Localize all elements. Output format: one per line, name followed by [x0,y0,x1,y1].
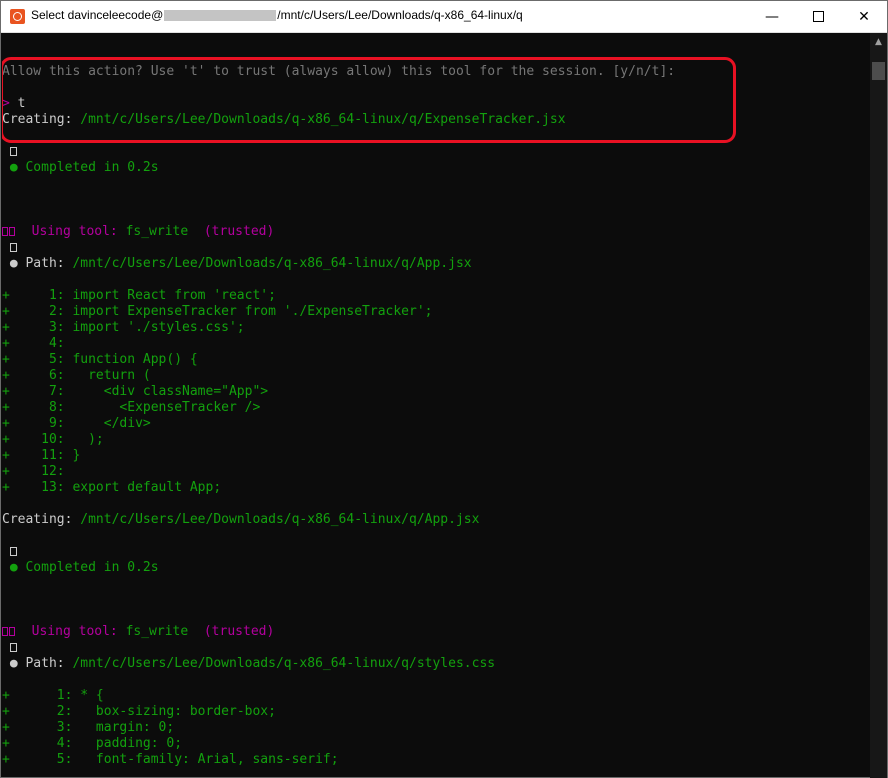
tool-name: fs_write [125,624,189,639]
using-tool-label: Using tool: [31,624,118,639]
path-value: /mnt/c/Users/Lee/Downloads/q-x86_64-linu… [72,656,496,671]
completed-text: Completed in 0.2s [25,560,159,575]
diff-line: + 5: font-family: Arial, sans-serif; [2,752,339,767]
red-highlight-annotation [2,57,736,143]
scrollbar-thumb[interactable] [872,62,885,80]
diff-line: + 2: import ExpenseTracker from './Expen… [2,304,433,319]
path-label: Path: [25,256,65,271]
tool-name: fs_write [125,224,189,239]
diff-line: + 2: box-sizing: border-box; [2,704,276,719]
close-button[interactable]: ✕ [841,1,887,32]
maximize-icon [812,11,824,22]
placeholder-glyph-line [2,240,17,256]
path-line: ● Path: /mnt/c/Users/Lee/Downloads/q-x86… [2,256,472,272]
diff-line: + 8: <ExpenseTracker /> [2,400,261,415]
tool-icon [2,226,16,237]
creating-label: Creating: [2,512,73,527]
title-bar[interactable]: Select davinceleecode@ /mnt/c/Users/Lee/D… [1,1,887,33]
diff-line: + 5: function App() { [2,352,198,367]
completed-text: Completed in 0.2s [25,160,159,175]
diff-line: + 10: ); [2,432,104,447]
placeholder-glyph-line [2,640,17,656]
diff-line: + 4: [2,336,65,351]
minimize-icon: — [765,8,779,25]
placeholder-icon [10,147,17,156]
completed-bullet-icon: ● [9,560,18,575]
redacted-hostname [164,10,277,22]
diff-line: + 13: export default App; [2,480,222,495]
diff-line: + 11: } [2,448,81,463]
placeholder-glyph-line [2,544,17,560]
terminal-output[interactable]: Allow this action? Use 't' to trust (alw… [2,33,869,778]
creating-line: Creating: /mnt/c/Users/Lee/Downloads/q-x… [2,512,479,528]
minimize-button[interactable]: — [749,1,795,32]
title-path: /mnt/c/Users/Lee/Downloads/q-x86_64-linu… [277,8,523,22]
placeholder-glyph-line [2,144,17,160]
diff-line: + 1: * { [2,688,104,703]
path-line: ● Path: /mnt/c/Users/Lee/Downloads/q-x86… [2,656,495,672]
close-icon: ✕ [858,8,870,25]
ubuntu-icon [10,9,25,24]
maximize-button[interactable] [795,1,841,32]
using-tool-label: Using tool: [31,224,118,239]
tool-icon [2,626,16,637]
diff-line: + 9: </div> [2,416,151,431]
diff-line: + 7: <div className="App"> [2,384,269,399]
vertical-scrollbar[interactable]: ▲ [870,33,887,778]
tool-header: Using tool: fs_write (trusted) [2,224,274,240]
diff-line: + 4: padding: 0; [2,736,183,751]
diff-line: + 3: import './styles.css'; [2,320,245,335]
placeholder-icon [10,243,17,252]
trust-status: (trusted) [203,624,275,639]
diff-line: + 3: margin: 0; [2,720,175,735]
completed-line: ● Completed in 0.2s [2,160,159,176]
terminal-window: Select davinceleecode@ /mnt/c/Users/Lee/D… [0,0,888,778]
path-bullet-icon: ● [9,256,18,271]
completed-bullet-icon: ● [9,160,18,175]
diff-line: + 6: return ( [2,368,151,383]
diff-line: + 1: import React from 'react'; [2,288,276,303]
path-value: /mnt/c/Users/Lee/Downloads/q-x86_64-linu… [72,256,472,271]
trust-status: (trusted) [203,224,275,239]
scroll-up-arrow-icon[interactable]: ▲ [870,33,887,50]
diff-line: + 12: [2,464,65,479]
path-label: Path: [25,656,65,671]
window-title: Select davinceleecode@ /mnt/c/Users/Lee/D… [31,8,523,22]
tool-header: Using tool: fs_write (trusted) [2,624,274,640]
completed-line: ● Completed in 0.2s [2,560,159,576]
placeholder-icon [10,643,17,652]
placeholder-icon [10,547,17,556]
title-prefix: Select davinceleecode@ [31,8,164,22]
creating-path: /mnt/c/Users/Lee/Downloads/q-x86_64-linu… [80,512,480,527]
path-bullet-icon: ● [9,656,18,671]
